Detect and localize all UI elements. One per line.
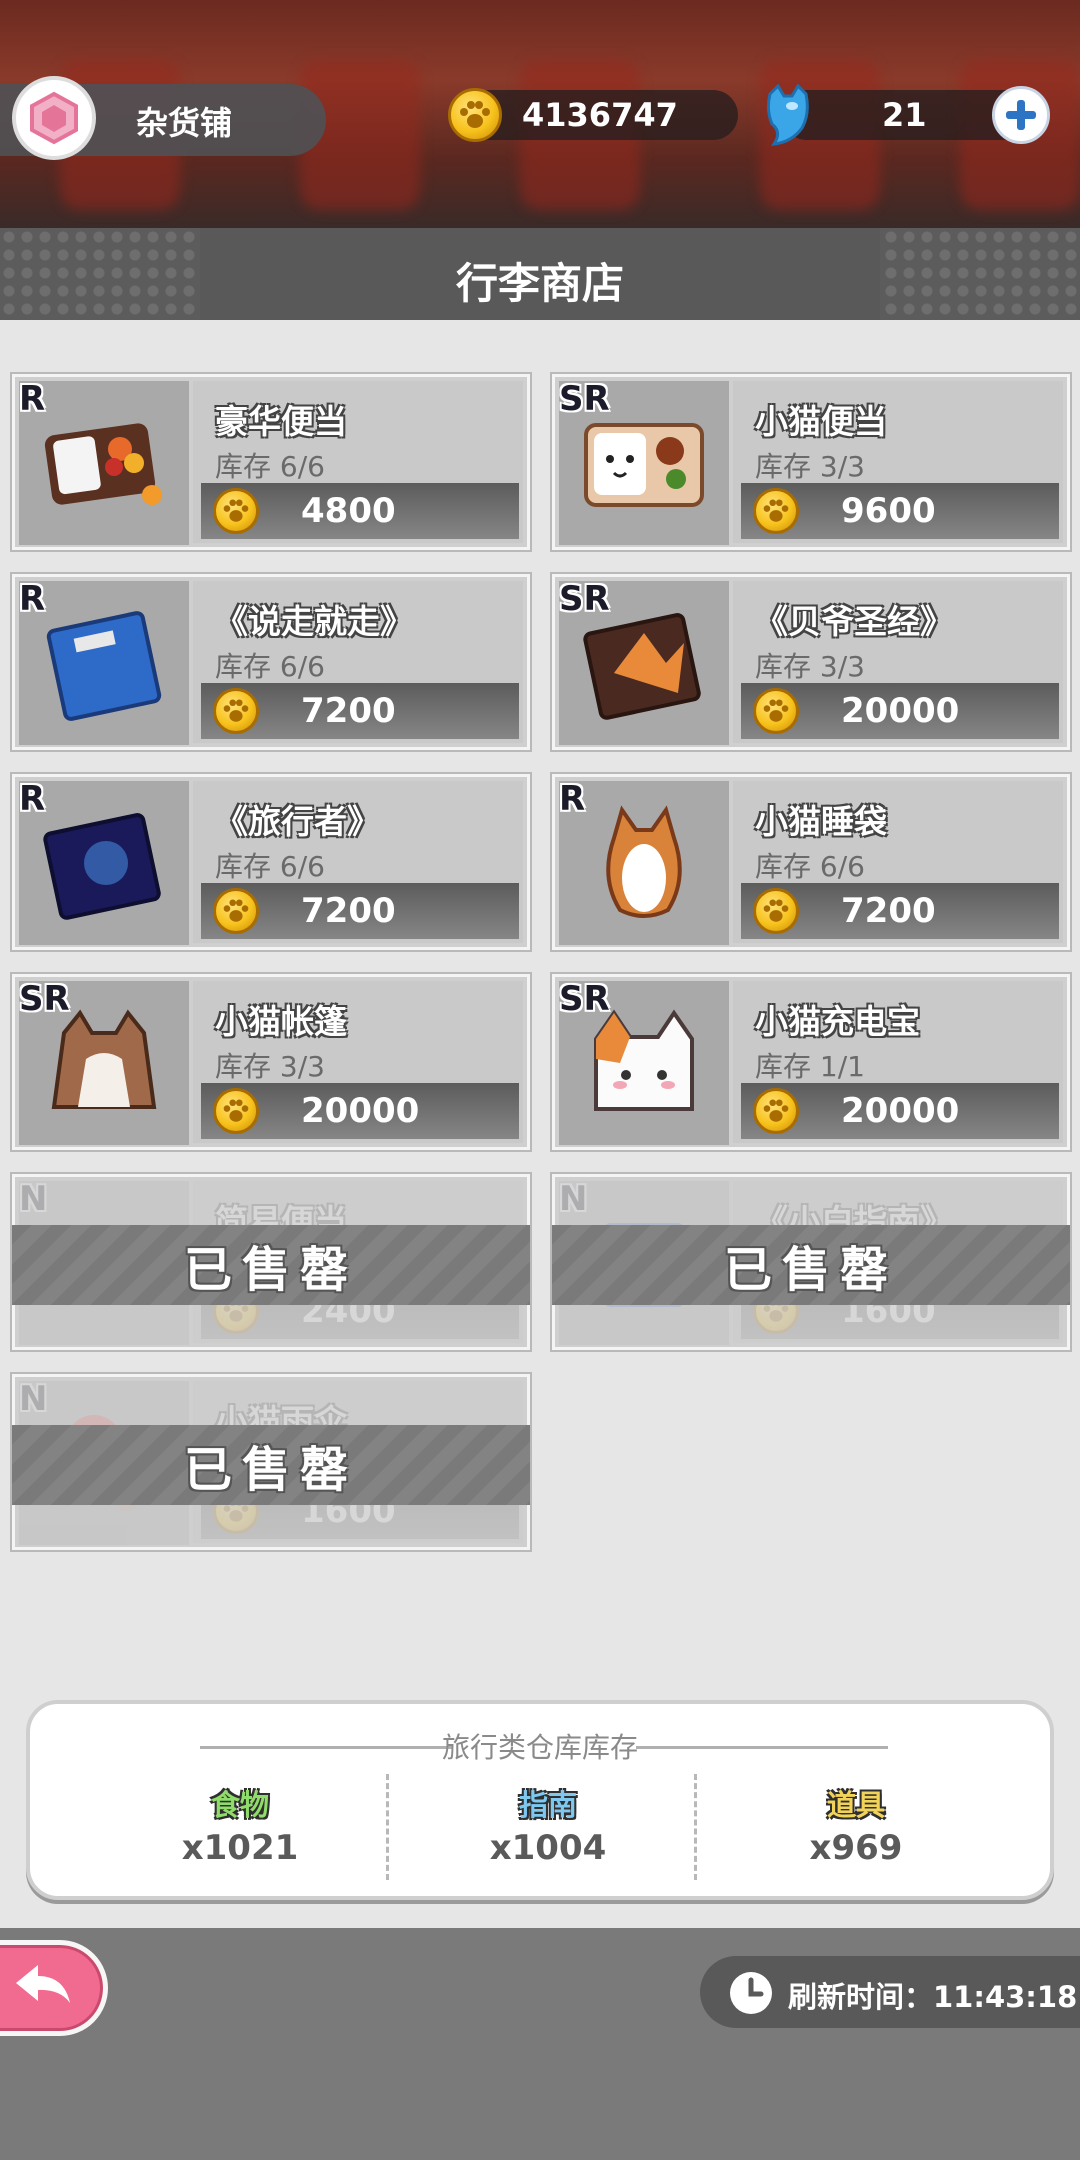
buy-button[interactable]: 20000: [741, 1083, 1059, 1139]
storage-title: 旅行类仓库库存: [441, 1731, 638, 1764]
back-button[interactable]: [0, 1940, 108, 2036]
paw-coin-icon: [753, 888, 799, 934]
coin-amount: 4136747: [522, 96, 678, 134]
storage-props-label: 道具: [826, 1788, 885, 1822]
rarity-badge: N: [19, 1379, 48, 1419]
paw-coin-icon: [753, 488, 799, 534]
sold-out-label: 已售罄: [183, 1242, 358, 1298]
storage-guide-value: x1004: [489, 1828, 607, 1868]
rarity-badge: SR: [19, 979, 70, 1019]
item-card[interactable]: 《贝爷圣经》库存 3/3 20000 SR: [550, 572, 1072, 752]
sold-out-banner: 已售罄: [552, 1225, 1070, 1305]
item-stock: 库存 3/3: [755, 450, 865, 483]
item-price: 7200: [301, 691, 396, 731]
rarity-badge: SR: [559, 979, 610, 1019]
sold-out-label: 已售罄: [723, 1242, 898, 1298]
paw-coin-icon: [213, 1088, 259, 1134]
item-card[interactable]: 《说走就走》库存 6/6 7200 R: [10, 572, 532, 752]
storage-guide: 指南 x1004: [398, 1782, 698, 1868]
buy-button[interactable]: 20000: [741, 683, 1059, 739]
item-card[interactable]: 豪华便当库存 6/6 4800 R: [10, 372, 532, 552]
paw-coin-icon: [213, 488, 259, 534]
item-card: 小猫雨伞 1600 N 已售罄: [10, 1372, 532, 1552]
storage-guide-label: 指南: [518, 1788, 577, 1822]
sold-out-banner: 已售罄: [12, 1425, 530, 1505]
item-name: 《说走就走》: [215, 602, 413, 641]
storage-food: 食物 x1021: [90, 1782, 390, 1868]
shop-hexagon-icon[interactable]: [12, 76, 96, 160]
item-price: 4800: [301, 491, 396, 531]
item-price: 20000: [841, 1091, 960, 1131]
paw-coin-icon: [753, 688, 799, 734]
title-band: 行李商店: [0, 228, 1080, 320]
item-price: 20000: [841, 691, 960, 731]
paw-coin-icon: [448, 88, 502, 142]
blue-cat-gem-icon: [762, 83, 812, 146]
clock-icon: [730, 1972, 772, 2014]
buy-button[interactable]: 7200: [201, 883, 519, 939]
sold-out-banner: 已售罄: [12, 1225, 530, 1305]
item-stock: 库存 3/3: [215, 1050, 325, 1083]
gem-amount: 21: [882, 96, 927, 134]
item-stock: 库存 6/6: [215, 650, 325, 683]
item-stock: 库存 6/6: [215, 850, 325, 883]
item-name: 豪华便当: [215, 402, 347, 441]
item-card: 简易便当 2400 N 已售罄: [10, 1172, 532, 1352]
item-card[interactable]: 小猫帐篷库存 3/3 20000 SR: [10, 972, 532, 1152]
paw-coin-icon: [213, 688, 259, 734]
rarity-badge: R: [19, 779, 46, 819]
item-stock: 库存 3/3: [755, 650, 865, 683]
item-name: 小猫帐篷: [215, 1002, 347, 1041]
refresh-time-label: 刷新时间：11:43:18: [788, 1980, 1078, 2014]
item-price: 20000: [301, 1091, 420, 1131]
plus-icon: [1006, 100, 1036, 130]
item-price: 7200: [841, 891, 936, 931]
item-card[interactable]: 小猫充电宝库存 1/1 20000 SR: [550, 972, 1072, 1152]
storage-props-value: x969: [809, 1828, 903, 1868]
item-name: 小猫睡袋: [755, 802, 887, 841]
rarity-badge: SR: [559, 579, 610, 619]
item-card[interactable]: 小猫便当库存 3/3 9600 SR: [550, 372, 1072, 552]
item-price: 7200: [301, 891, 396, 931]
back-arrow-icon: [16, 1965, 70, 2003]
rarity-badge: R: [559, 779, 586, 819]
paw-coin-icon: [753, 1088, 799, 1134]
buy-button[interactable]: 7200: [741, 883, 1059, 939]
page-title: 行李商店: [455, 259, 624, 308]
rarity-badge: SR: [559, 379, 610, 419]
paw-coin-icon: [213, 888, 259, 934]
item-card: 《小白指南》 1600 N 已售罄: [550, 1172, 1072, 1352]
item-name: 《旅行者》: [215, 802, 380, 841]
add-gems-button[interactable]: [992, 86, 1050, 144]
item-card[interactable]: 小猫睡袋库存 6/6 7200 R: [550, 772, 1072, 952]
storage-food-label: 食物: [210, 1788, 269, 1822]
item-stock: 库存 6/6: [215, 450, 325, 483]
shop-name: 杂货铺: [136, 104, 233, 142]
item-name: 小猫充电宝: [755, 1002, 920, 1041]
refresh-timer: 刷新时间：11:43:18: [700, 1956, 1080, 2028]
item-name: 《贝爷圣经》: [755, 602, 953, 641]
item-stock: 库存 6/6: [755, 850, 865, 883]
item-price: 9600: [841, 491, 936, 531]
item-card[interactable]: 《旅行者》库存 6/6 7200 R: [10, 772, 532, 952]
buy-button[interactable]: 9600: [741, 483, 1059, 539]
buy-button[interactable]: 4800: [201, 483, 519, 539]
rarity-badge: N: [559, 1179, 588, 1219]
rarity-badge: N: [19, 1179, 48, 1219]
rarity-badge: R: [19, 379, 46, 419]
storage-panel: 旅行类仓库库存 食物 x1021 指南 x1004 道具 x969: [26, 1700, 1054, 1900]
rarity-badge: R: [19, 579, 46, 619]
sold-out-label: 已售罄: [183, 1442, 358, 1498]
storage-props: 道具 x969: [706, 1782, 1006, 1868]
storage-food-value: x1021: [181, 1828, 299, 1868]
item-name: 小猫便当: [755, 402, 887, 441]
buy-button[interactable]: 7200: [201, 683, 519, 739]
buy-button[interactable]: 20000: [201, 1083, 519, 1139]
item-stock: 库存 1/1: [755, 1050, 865, 1083]
